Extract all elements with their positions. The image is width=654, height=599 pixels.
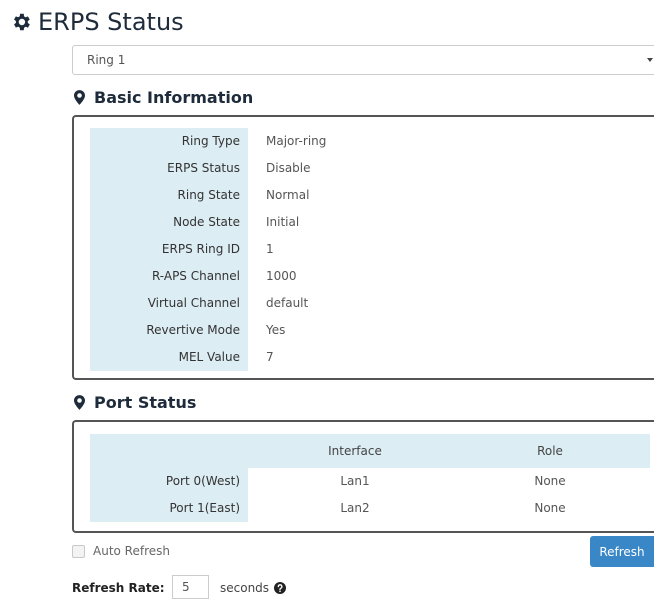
info-label: ERPS Ring ID [90,236,248,263]
info-value: Normal [266,188,310,202]
port-status-heading: Port Status [74,391,196,413]
auto-refresh-toggle[interactable]: Auto Refresh [72,543,170,559]
info-row-node-state: Node State Initial [90,209,654,236]
column-header-role: Role [537,444,563,458]
info-value: Disable [266,161,311,175]
port-label: Port 1(East) [90,495,248,522]
port-status-panel: Interface Role Port 0(West) Lan1 None Po… [72,420,654,533]
info-row-raps-channel: R-APS Channel 1000 [90,263,654,290]
port-label: Port 0(West) [90,468,248,495]
info-value: Major-ring [266,134,327,148]
map-marker-icon [74,394,85,410]
column-header-interface: Interface [328,444,382,458]
ring-select[interactable]: Ring 1 [72,45,654,75]
port-status-title: Port Status [94,392,197,412]
info-row-erps-ring-id: ERPS Ring ID 1 [90,236,654,263]
basic-information-title: Basic Information [94,87,254,107]
info-label: Revertive Mode [90,317,248,344]
table-row: Port 1(East) Lan2 None [90,495,650,522]
question-circle-icon[interactable] [274,582,287,594]
info-row-virtual-channel: Virtual Channel default [90,290,654,317]
info-value: default [266,296,309,310]
info-value: Initial [266,215,300,229]
refresh-rate-input[interactable]: 5 [172,575,209,599]
refresh-rate-unit: seconds [220,581,287,595]
port-role: None [534,501,566,515]
info-label: Virtual Channel [90,290,248,317]
table-row: Port 0(West) Lan1 None [90,468,650,495]
info-value: 1 [266,242,274,256]
info-row-mel-value: MEL Value 7 [90,344,654,371]
chevron-down-icon [647,58,653,62]
auto-refresh-checkbox[interactable] [72,544,85,558]
refresh-button[interactable]: Refresh [590,536,654,567]
basic-information-panel: Ring Type Major-ring ERPS Status Disable… [72,115,654,380]
info-value: 7 [266,350,274,364]
auto-refresh-label: Auto Refresh [93,544,170,558]
info-row-ring-state: Ring State Normal [90,182,654,209]
map-marker-icon [74,89,85,105]
ring-select-value: Ring 1 [87,53,126,67]
gear-icon [14,13,30,31]
port-interface: Lan1 [340,474,370,488]
info-label: MEL Value [90,344,248,371]
info-label: Ring Type [90,128,248,155]
info-row-revertive-mode: Revertive Mode Yes [90,317,654,344]
info-label: Ring State [90,182,248,209]
info-value: Yes [266,323,286,337]
page-title: ERPS Status [10,6,184,38]
port-role: None [534,474,566,488]
refresh-rate-label: Refresh Rate: [72,581,165,595]
info-row-erps-status: ERPS Status Disable [90,155,654,182]
basic-information-heading: Basic Information [74,86,253,108]
info-label: ERPS Status [90,155,248,182]
info-label: Node State [90,209,248,236]
info-row-ring-type: Ring Type Major-ring [90,128,654,155]
table-header: Interface Role [90,434,650,468]
info-value: 1000 [266,269,297,283]
page-title-text: ERPS Status [38,8,184,36]
info-label: R-APS Channel [90,263,248,290]
refresh-rate-unit-text: seconds [220,581,270,595]
port-interface: Lan2 [340,501,370,515]
